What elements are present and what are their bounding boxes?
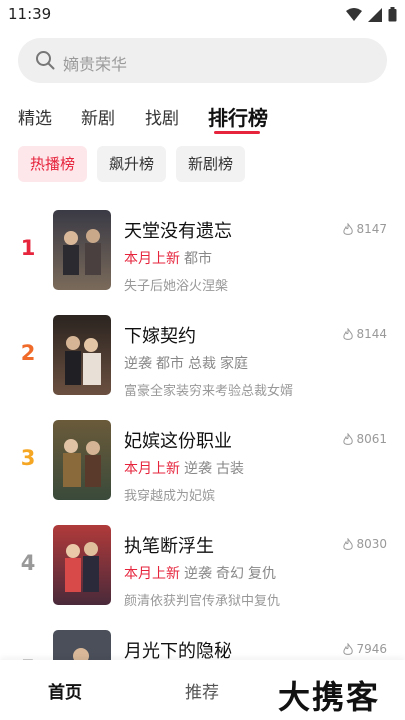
tab-ranking[interactable]: 排行榜 [208,102,268,131]
heat-count: 8144 [342,327,387,341]
drama-tags: 本月上新 都市 [124,248,216,268]
genre-tag: 复仇 [248,566,276,582]
status-time: 11:39 [8,5,52,23]
signal-icon [368,7,382,22]
top-tabs: 精选 新剧 找剧 排行榜 [0,100,405,136]
rank-number: 3 [20,446,36,470]
rank-number: 1 [20,236,36,260]
new-this-month-tag: 本月上新 [124,251,180,267]
flame-icon [343,432,354,445]
drama-tags: 本月上新 逆袭 古装 [124,458,248,478]
heat-value: 8144 [356,327,387,341]
genre-tag: 都市 [184,251,212,267]
chip-new[interactable]: 新剧榜 [176,146,246,182]
genre-tag: 逆袭 [184,566,212,582]
list-item[interactable]: 1 天堂没有遗忘 本月上新 都市 失子后她浴火涅槃 8147 [0,200,405,305]
drama-title: 天堂没有遗忘 [124,221,232,242]
drama-description: 颜清依获判官传承狱中复仇 [124,594,281,609]
watermark: 大携客 [278,678,381,716]
genre-tag: 古装 [216,461,244,477]
search-input[interactable]: 嫡贵荣华 [18,38,387,83]
wifi-icon [346,7,362,21]
genre-tag: 总裁 [188,356,216,372]
genre-tag: 逆袭 [184,461,212,477]
chip-hot[interactable]: 热播榜 [18,146,88,182]
chip-rising[interactable]: 飙升榜 [97,146,167,182]
nav-recommend[interactable]: 推荐 [185,678,219,703]
status-bar: 11:39 [0,0,405,30]
heat-count: 8147 [342,222,387,236]
drama-tags: 逆袭 都市 总裁 家庭 [124,353,252,373]
search-icon [36,51,55,70]
flame-icon [343,642,354,655]
drama-title: 妃嫔这份职业 [124,431,232,452]
tab-find[interactable]: 找剧 [145,104,179,129]
heat-count: 8030 [342,537,387,551]
cover-image [53,315,111,395]
drama-tags: 本月上新 逆袭 奇幻 复仇 [124,563,280,583]
heat-value: 8147 [356,222,387,236]
genre-tag: 家庭 [220,356,248,372]
flame-icon [343,537,354,550]
drama-title: 执笔断浮生 [124,536,214,557]
heat-count: 7946 [342,642,387,656]
heat-value: 7946 [356,642,387,656]
tab-featured[interactable]: 精选 [18,104,52,129]
drama-description: 我穿越成为妃嫔 [124,489,216,504]
new-this-month-tag: 本月上新 [124,461,180,477]
ranking-filter-chips: 热播榜 飙升榜 新剧榜 [0,146,405,182]
drama-description: 富豪全家装穷来考验总裁女婿 [124,384,294,399]
new-this-month-tag: 本月上新 [124,566,180,582]
list-item[interactable]: 4 执笔断浮生 本月上新 逆袭 奇幻 复仇 颜清依获判官传承狱中复仇 8030 [0,515,405,620]
list-item[interactable]: 2 下嫁契约 逆袭 都市 总裁 家庭 富豪全家装穷来考验总裁女婿 8144 [0,305,405,410]
status-icons [346,7,397,22]
heat-count: 8061 [342,432,387,446]
flame-icon [343,327,354,340]
genre-tag: 奇幻 [216,566,244,582]
tab-new[interactable]: 新剧 [81,104,115,129]
heat-value: 8061 [356,432,387,446]
cover-image [53,525,111,605]
genre-tag: 都市 [156,356,184,372]
cover-image [53,420,111,500]
battery-icon [388,7,397,22]
cover-image [53,210,111,290]
drama-title: 下嫁契约 [124,326,196,347]
flame-icon [343,222,354,235]
heat-value: 8030 [356,537,387,551]
list-item[interactable]: 3 妃嫔这份职业 本月上新 逆袭 古装 我穿越成为妃嫔 8061 [0,410,405,515]
tab-active-indicator [214,131,260,134]
drama-description: 失子后她浴火涅槃 [124,279,229,294]
genre-tag: 逆袭 [124,356,152,372]
rank-number: 4 [20,551,36,575]
nav-home[interactable]: 首页 [48,678,82,703]
search-placeholder: 嫡贵荣华 [63,55,128,74]
rank-number: 2 [20,341,36,365]
